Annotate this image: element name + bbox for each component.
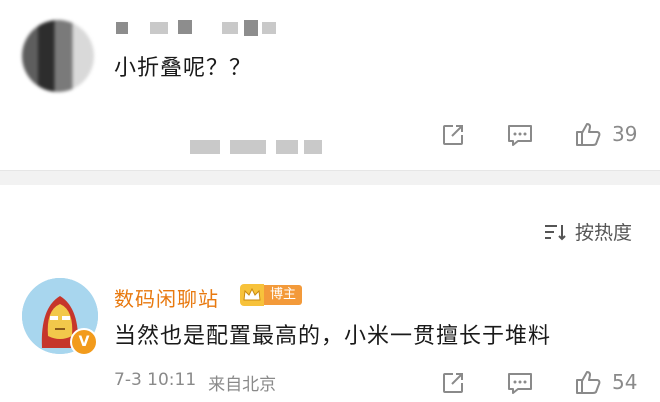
blurred-name-fragment — [262, 22, 276, 34]
blurred-meta — [230, 140, 266, 154]
comment-icon — [508, 125, 532, 146]
sort-icon — [544, 224, 566, 240]
comment-text: 小折叠呢？？ — [114, 56, 253, 81]
like-count: 54 — [612, 370, 638, 394]
like-count: 39 — [612, 122, 638, 146]
share-button[interactable] — [440, 122, 466, 148]
comment-button[interactable] — [506, 370, 534, 396]
blurred-name-fragment — [116, 22, 128, 34]
blurred-name-fragment — [222, 22, 238, 34]
comment-location: 来自北京 — [208, 375, 277, 395]
sort-by-hot-toggle[interactable]: 按热度 — [543, 218, 632, 245]
verified-badge: V — [70, 328, 98, 356]
user-avatar-blurred[interactable] — [22, 20, 94, 92]
share-icon — [443, 373, 463, 393]
blurred-meta — [304, 140, 322, 154]
comment-button[interactable] — [506, 122, 534, 148]
sort-label: 按热度 — [574, 222, 632, 244]
blurred-name-fragment — [178, 20, 192, 34]
thumbs-up-icon — [576, 371, 601, 394]
share-button[interactable] — [440, 370, 466, 396]
blurred-name-fragment — [150, 22, 168, 34]
like-button[interactable]: 39 — [574, 120, 637, 148]
comment-meta: 7-3 10:11 来自北京 — [114, 370, 276, 395]
like-button[interactable]: 54 — [574, 368, 637, 396]
blurred-meta — [276, 140, 298, 154]
section-divider — [0, 170, 660, 185]
crown-icon — [240, 284, 264, 306]
username[interactable]: 数码闲聊站 — [114, 283, 219, 312]
comment-time: 7-3 10:11 — [114, 370, 197, 390]
comment-card-1: 小折叠呢？？ 39 — [0, 0, 660, 170]
share-icon — [443, 125, 463, 145]
blogger-badge[interactable]: 博主 — [240, 283, 303, 307]
badge-label: 博主 — [264, 285, 303, 305]
comment-text: 当然也是配置最高的，小米一贯擅长于堆料 — [114, 324, 552, 349]
blurred-meta — [190, 140, 220, 154]
comment-icon — [508, 373, 532, 394]
thumbs-up-icon — [576, 123, 601, 146]
blurred-name-fragment — [244, 20, 258, 36]
